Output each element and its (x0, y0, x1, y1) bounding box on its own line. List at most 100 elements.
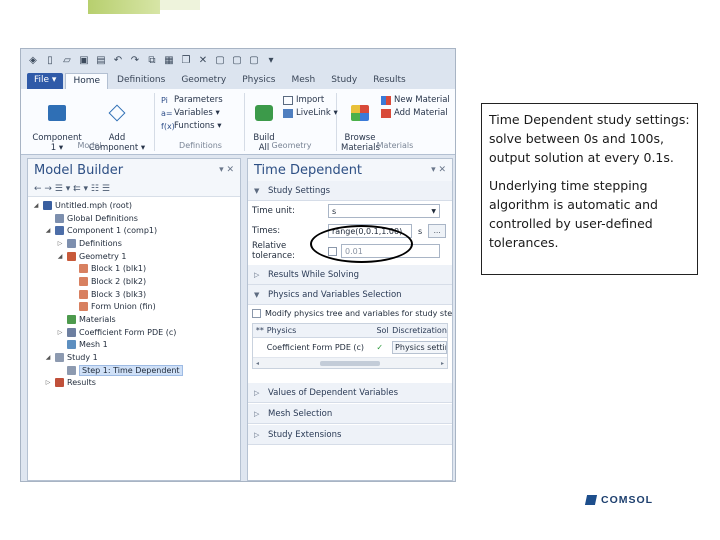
tree-node-label: Block 3 (blk3) (91, 289, 147, 299)
scroll-left-icon[interactable]: ◂ (256, 360, 259, 367)
tree-node-label: Coefficient Form PDE (c) (79, 327, 177, 337)
tab-physics[interactable]: Physics (235, 73, 282, 89)
expand-toggle-icon[interactable]: ◢ (44, 354, 52, 361)
annotation-box: Time Dependent study settings: solve bet… (481, 103, 698, 275)
window-icon[interactable]: ▢ (248, 55, 260, 66)
build-all-icon (255, 105, 273, 121)
node-icon (55, 213, 64, 223)
app-icon[interactable]: ◈ (27, 55, 39, 66)
save-icon[interactable]: ▣ (78, 55, 90, 66)
dropdown-icon[interactable]: ▾ (265, 55, 277, 66)
physics-variables-section[interactable]: ▼ Physics and Variables Selection (248, 285, 452, 305)
results-while-solving-section[interactable]: ▷ Results While Solving (248, 265, 452, 285)
open-icon[interactable]: ▱ (61, 55, 73, 66)
range-button[interactable]: … (428, 224, 447, 238)
chevron-down-icon: ▼ (254, 186, 260, 195)
livelink-button[interactable]: LiveLink ▾ (283, 108, 338, 118)
expand-toggle-icon[interactable]: ◢ (44, 227, 52, 234)
tree-node[interactable]: ◢ Geometry 1 (28, 250, 240, 263)
paste-icon[interactable]: ▦ (163, 55, 175, 66)
parameters-button[interactable]: Pi Parameters (161, 95, 223, 105)
ribbon-group-definitions: Pi Parameters a= Variables ▾ f(x) Functi… (157, 93, 245, 151)
scrollbar-thumb[interactable] (320, 360, 380, 366)
discretization-select[interactable]: Physics settings (392, 341, 447, 354)
functions-button[interactable]: f(x) Functions ▾ (161, 121, 222, 131)
tree-node[interactable]: Global Definitions (28, 212, 240, 225)
new-material-button[interactable]: New Material (381, 95, 450, 105)
tab-geometry[interactable]: Geometry (174, 73, 233, 89)
tab-home[interactable]: Home (65, 73, 109, 89)
ribbon-tabs: File ▾ Home Definitions Geometry Physics Mesh… (21, 71, 455, 89)
study-settings-section[interactable]: ▼ Study Settings (248, 181, 452, 201)
tree-node[interactable]: Materials (28, 313, 240, 326)
tree-node[interactable]: ▷ Definitions (28, 237, 240, 250)
expand-toggle-icon[interactable]: ▷ (56, 329, 64, 336)
ribbon-group-model: Component 1 ▾ Add Component ▾ Model (25, 93, 155, 153)
window-icon[interactable]: ▢ (231, 55, 243, 66)
tree-node-label: Component 1 (comp1) (67, 226, 158, 236)
new-material-icon (381, 95, 391, 105)
variables-button[interactable]: a= Variables ▾ (161, 108, 220, 118)
settings-section[interactable]: ▷ Values of Dependent Variables (248, 383, 452, 403)
new-icon[interactable]: ▯ (44, 55, 56, 66)
add-material-button[interactable]: Add Material (381, 108, 448, 118)
tree-node[interactable]: Block 3 (blk3) (28, 288, 240, 301)
settings-section[interactable]: ▷ Study Extensions (248, 425, 452, 445)
tree-node[interactable]: Mesh 1 (28, 339, 240, 352)
import-button[interactable]: Import (283, 95, 324, 105)
check-icon[interactable]: ✓ (376, 343, 392, 352)
highlight-oval (310, 225, 413, 263)
tree-node[interactable]: ◢ Study 1 (28, 351, 240, 364)
model-builder-header: Model Builder ▾ ✕ (28, 159, 240, 181)
tree-node[interactable]: ◢ Untitled.mph (root) (28, 199, 240, 212)
window-icon[interactable]: ▢ (214, 55, 226, 66)
horizontal-scrollbar[interactable]: ◂ ▸ (253, 358, 447, 368)
expand-toggle-icon[interactable]: ▷ (56, 240, 64, 247)
times-unit: s (418, 226, 423, 236)
redo-icon[interactable]: ↷ (129, 55, 141, 66)
tree-node[interactable]: Form Union (fin) (28, 301, 240, 314)
tree-node-label: Geometry 1 (79, 251, 127, 261)
tree-node-label: Mesh 1 (79, 340, 108, 350)
tab-definitions[interactable]: Definitions (110, 73, 172, 89)
annotation-paragraph-2: Underlying time stepping algorithm is au… (489, 178, 658, 250)
tree-node[interactable]: ◢ Component 1 (comp1) (28, 224, 240, 237)
tab-file[interactable]: File ▾ (27, 73, 64, 89)
expand-toggle-icon[interactable]: ◢ (56, 253, 64, 260)
time-unit-label: Time unit: (252, 206, 295, 216)
tree-node[interactable]: ▷ Coefficient Form PDE (c) (28, 326, 240, 339)
node-icon (67, 315, 76, 325)
pi-icon: Pi (161, 95, 168, 105)
annotation-paragraph-1: Time Dependent study settings: solve bet… (489, 112, 690, 165)
node-icon (67, 327, 76, 337)
quick-access-toolbar: ◈ ▯ ▱ ▣ ▤ ↶ ↷ ⧉ ▦ ❐ ✕ ▢ ▢ ▢ ▾ (21, 49, 455, 71)
tab-mesh[interactable]: Mesh (285, 73, 323, 89)
duplicate-icon[interactable]: ❐ (180, 55, 192, 66)
scroll-right-icon[interactable]: ▸ (441, 360, 444, 367)
node-icon (79, 276, 88, 286)
browse-materials-icon (351, 105, 369, 121)
model-builder-title: Model Builder (34, 162, 124, 178)
tree-node[interactable]: Step 1: Time Dependent (28, 364, 240, 377)
tree-node[interactable]: Block 2 (blk2) (28, 275, 240, 288)
delete-icon[interactable]: ✕ (197, 55, 209, 66)
model-builder-toolbar[interactable]: ← → ☰ ▾ ⇇ ▾ ☷ ☰ (28, 181, 240, 197)
time-unit-select[interactable]: s ▼ (328, 204, 440, 218)
copy-icon[interactable]: ⧉ (146, 55, 158, 66)
tree-node[interactable]: ▷ Results (28, 377, 240, 390)
undo-icon[interactable]: ↶ (112, 55, 124, 66)
tree-node-label: Block 1 (blk1) (91, 264, 147, 274)
panel-controls[interactable]: ▾ ✕ (219, 165, 234, 175)
modify-physics-checkbox[interactable] (252, 308, 261, 318)
save-as-icon[interactable]: ▤ (95, 55, 107, 66)
ribbon-group-label: Model (77, 141, 102, 150)
expand-toggle-icon[interactable]: ▷ (44, 379, 52, 386)
panel-controls[interactable]: ▾ ✕ (431, 165, 446, 175)
settings-section[interactable]: ▷ Mesh Selection (248, 404, 452, 424)
tab-results[interactable]: Results (366, 73, 413, 89)
tree-node[interactable]: Block 1 (blk1) (28, 262, 240, 275)
expand-toggle-icon[interactable]: ◢ (32, 202, 40, 209)
tab-study[interactable]: Study (324, 73, 364, 89)
table-row[interactable]: Coefficient Form PDE (c) ✓ Physics setti… (253, 338, 447, 358)
node-icon (55, 378, 64, 388)
